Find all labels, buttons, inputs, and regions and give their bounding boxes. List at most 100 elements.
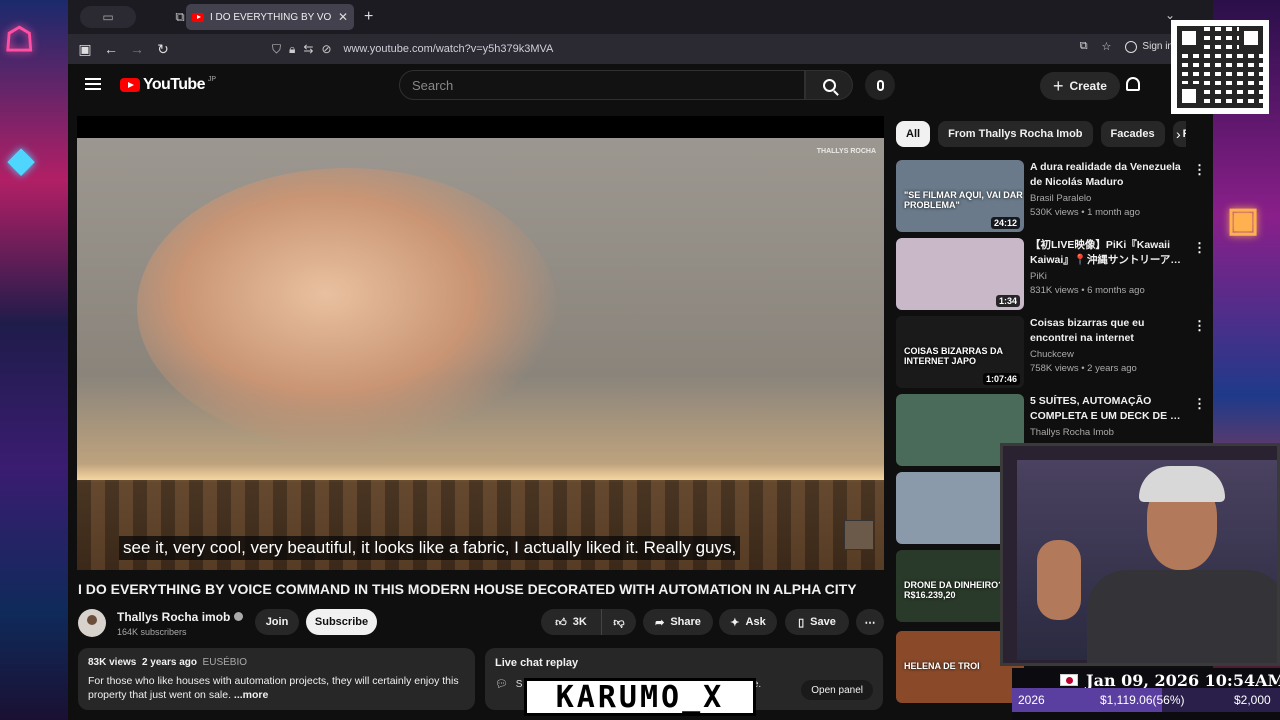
search-placeholder: Search <box>412 77 454 93</box>
open-panel-label: Open panel <box>811 684 863 696</box>
recommendation-item[interactable]: COISAS BIZARRAS DA INTERNET JAPO 1:07:46 C… <box>896 316 1206 388</box>
chip-facades[interactable]: Facades <box>1100 121 1165 147</box>
shield-icon[interactable]: ⛉ <box>272 42 281 57</box>
permissions-icon[interactable]: ⇆ <box>303 42 313 56</box>
new-tab-button[interactable]: + <box>364 8 373 26</box>
streamer-hand <box>1037 540 1081 620</box>
channel-name[interactable]: Thallys Rocha imob <box>117 610 230 624</box>
chat-title: Live chat replay <box>495 657 579 669</box>
more-actions-button[interactable]: ⋯ <box>856 609 884 635</box>
recommendation-meta: 530K views • 1 month ago <box>1030 207 1141 218</box>
save-button[interactable]: ▯ Save <box>785 609 849 635</box>
sidebar-icon[interactable]: ▣ <box>72 41 98 58</box>
forward-button[interactable]: → <box>124 41 150 57</box>
recommendation-item[interactable]: "SE FILMAR AQUI, VAI DAR PROBLEMA" 24:12 A… <box>896 160 1206 232</box>
notifications-bell-icon[interactable] <box>1126 77 1140 91</box>
recommendation-channel[interactable]: PiKi <box>1030 271 1047 282</box>
donation-ticker: Jan 09, 2026 10:54AM 2026 $1,119.06(56%)… <box>1012 668 1280 720</box>
dislike-button[interactable]: 👎︎ <box>601 609 636 635</box>
neon-sign: ☖ <box>4 21 35 59</box>
video-player[interactable]: THALLYS ROCHA see it, very cool, very be… <box>77 116 884 570</box>
more-vertical-icon[interactable]: ⋮ <box>1193 162 1206 178</box>
recommendation-title[interactable]: 5 SUÍTES, AUTOMAÇÃO COMPLETA E UM DECK D… <box>1030 394 1184 424</box>
tab-bar: ▭ ⧉ I DO EVERYTHING BY VOICE CO ✕ + ⌄ <box>68 0 1213 34</box>
streamer-name-banner: KARUMO_X <box>524 678 756 716</box>
back-button[interactable]: ← <box>98 41 124 57</box>
thumbs-up-icon: 👍︎ <box>555 616 567 629</box>
ask-button[interactable]: ✦ Ask <box>719 609 777 635</box>
voice-search-button[interactable] <box>865 70 895 100</box>
annotation-thumbnail[interactable] <box>844 520 874 550</box>
more-link[interactable]: ...more <box>234 689 268 701</box>
sidebar-toggle[interactable]: ▭ <box>80 6 136 28</box>
create-button[interactable]: + Create <box>1040 72 1120 100</box>
chip-from-channel[interactable]: From Thallys Rocha Imob <box>938 121 1093 147</box>
recommendation-title[interactable]: Coisas bizarras que eu encontrei na inte… <box>1030 316 1184 346</box>
verified-icon <box>234 612 244 621</box>
japan-flag-icon <box>1060 674 1078 686</box>
youtube-header: YouTube JP Search + Create <box>68 64 1213 108</box>
upload-age: 2 years ago <box>141 657 197 668</box>
qr-pattern <box>1177 26 1263 108</box>
bookmark-icon: ▯ <box>798 616 805 629</box>
video-thumbnail[interactable]: "SE FILMAR AQUI, VAI DAR PROBLEMA" 24:12 <box>896 160 1024 232</box>
hashtag-link[interactable]: EUSÉBIO <box>203 657 247 668</box>
open-panel-button[interactable]: Open panel <box>801 680 873 700</box>
sign-in-button[interactable]: Sign in <box>1125 40 1173 53</box>
more-vertical-icon[interactable]: ⋮ <box>1193 396 1206 412</box>
qr-corner <box>1177 26 1201 50</box>
chevron-right-icon[interactable]: › <box>1176 126 1181 142</box>
description-box[interactable]: 83K views 2 years ago EUSÉBIO For those … <box>78 648 475 710</box>
description-text: For those who like houses with automatio… <box>88 675 459 701</box>
subscribe-button[interactable]: Subscribe <box>306 609 377 635</box>
save-label: Save <box>810 616 836 628</box>
subscriber-count: 164K subscribers <box>117 626 187 637</box>
navigation-bar: ▣ ← → ↻ ⛉ 🔒︎ ⇆ ⊘ www.youtube.com/watch?v… <box>68 34 1213 64</box>
qr-corner <box>1177 84 1201 108</box>
like-button[interactable]: 👍︎ 3K <box>541 609 601 635</box>
video-thumbnail[interactable]: COISAS BIZARRAS DA INTERNET JAPO 1:07:46 <box>896 316 1024 388</box>
share-icon: ➦ <box>655 616 665 629</box>
recommendation-title[interactable]: 【初LIVE映像】PiKi『Kawaii Kaiwai』📍沖縄サントリーア… <box>1030 238 1184 268</box>
bookmark-star-icon[interactable]: ☆ <box>1102 40 1112 53</box>
youtube-play-icon <box>120 78 140 92</box>
youtube-logo[interactable]: YouTube JP <box>120 76 216 94</box>
lock-icon[interactable]: 🔒︎ <box>289 42 295 57</box>
url-text[interactable]: www.youtube.com/watch?v=y5h379k3MVA <box>344 43 554 55</box>
reload-button[interactable]: ↻ <box>150 41 176 58</box>
recommendation-channel[interactable]: Thallys Rocha Imob <box>1030 427 1114 438</box>
recommendation-item[interactable]: 1:34 【初LIVE映像】PiKi『Kawaii Kaiwai』📍沖縄サントリー… <box>896 238 1206 310</box>
picture-in-picture-icon[interactable]: ⧉ <box>1080 40 1088 53</box>
plus-icon: + <box>1053 75 1064 96</box>
join-label: Join <box>265 616 289 628</box>
recommendation-title[interactable]: A dura realidade da Venezuela de Nicolás… <box>1030 160 1184 190</box>
neon-sign: ◆ <box>8 141 35 179</box>
tab-title: I DO EVERYTHING BY VOICE CO <box>210 11 332 23</box>
more-vertical-icon[interactable]: ⋮ <box>1193 240 1206 256</box>
channel-avatar[interactable] <box>78 609 106 637</box>
url-bar[interactable]: ⛉ 🔒︎ ⇆ ⊘ www.youtube.com/watch?v=y5h379k… <box>264 37 1124 61</box>
create-label: Create <box>1069 79 1107 93</box>
channel-watermark[interactable]: THALLYS ROCHA <box>817 148 876 156</box>
recommendation-channel[interactable]: Brasil Paralelo <box>1030 193 1091 204</box>
tab-youtube[interactable]: I DO EVERYTHING BY VOICE CO ✕ <box>186 4 354 30</box>
chip-all[interactable]: All <box>896 121 931 147</box>
hand-in-video <box>137 168 557 448</box>
menu-icon[interactable] <box>85 78 101 90</box>
more-horizontal-icon: ⋯ <box>864 616 876 629</box>
streamer-webcam <box>1000 443 1280 666</box>
recommendation-channel[interactable]: Chuckcew <box>1030 349 1074 360</box>
close-icon[interactable]: ✕ <box>338 10 348 24</box>
streamer-cap <box>1139 466 1225 502</box>
no-autoplay-icon[interactable]: ⊘ <box>321 42 331 56</box>
search-button[interactable] <box>805 70 853 100</box>
search-input[interactable]: Search <box>399 70 805 100</box>
donation-progress-bar: 2026 $1,119.06(56%) $2,000 <box>1012 688 1280 712</box>
subscribe-label: Subscribe <box>314 616 369 628</box>
share-button[interactable]: ➦ Share <box>643 609 713 635</box>
video-thumbnail[interactable]: 1:34 <box>896 238 1024 310</box>
join-button[interactable]: Join <box>255 609 299 635</box>
logo-text: YouTube <box>143 76 205 93</box>
qr-code <box>1171 20 1269 114</box>
more-vertical-icon[interactable]: ⋮ <box>1193 318 1206 334</box>
